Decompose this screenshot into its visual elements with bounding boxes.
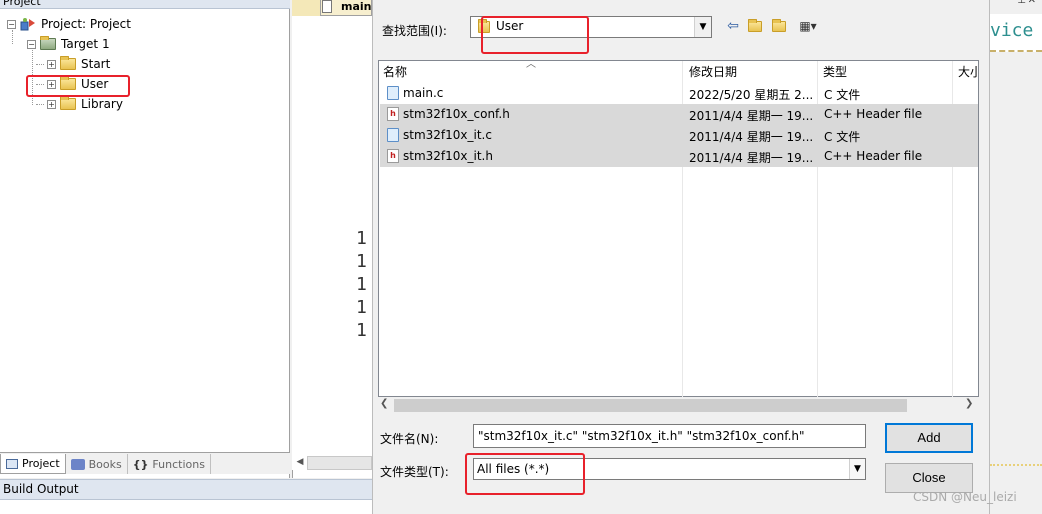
books-icon (70, 458, 85, 470)
file-name: stm32f10x_it.h (403, 149, 493, 163)
look-in-label: 查找范围(I): (382, 24, 447, 38)
tab-project[interactable]: Project (0, 454, 66, 474)
file-row[interactable]: main.c 2022/5/20 星期五 2... C 文件 (380, 83, 978, 104)
file-date: 2011/4/4 星期一 19... (689, 151, 814, 165)
tab-label: Books (88, 457, 122, 471)
tree-item-start[interactable]: + Start (47, 54, 110, 74)
document-icon (322, 0, 332, 13)
target-folder-icon (40, 36, 56, 50)
watermark: CSDN @Neu_leizi (913, 490, 1017, 504)
tree-item-target[interactable]: − Target 1 (27, 34, 110, 54)
tree-item-label: Library (81, 97, 123, 111)
expand-icon[interactable]: + (47, 59, 56, 69)
folder-icon (60, 76, 76, 90)
file-name: main.c (403, 86, 444, 100)
expand-icon[interactable]: + (47, 79, 56, 89)
tree-item-label: Start (81, 57, 111, 71)
line-number: 1 (356, 320, 367, 341)
new-folder-icon[interactable] (769, 16, 789, 36)
scrollbar-thumb[interactable] (394, 399, 907, 412)
tree-connector (32, 50, 33, 105)
chevron-down-icon[interactable]: ▼ (849, 459, 865, 479)
tree-connector (36, 104, 44, 105)
up-folder-icon[interactable] (746, 16, 764, 36)
file-date: 2011/4/4 星期一 19... (689, 130, 814, 144)
file-row[interactable]: h stm32f10x_conf.h 2011/4/4 星期一 19... C+… (380, 104, 978, 125)
line-number: 1 (356, 297, 367, 318)
column-header-type[interactable]: 类型 (823, 63, 847, 80)
panel-pin-icon[interactable]: ⊥ (1017, 0, 1026, 6)
scroll-right-icon[interactable]: ❯ (965, 398, 973, 409)
tree-connector (36, 84, 44, 85)
collapse-icon[interactable]: − (7, 19, 16, 29)
h-file-icon: h (387, 149, 399, 163)
build-output-area (0, 500, 372, 514)
view-menu-icon[interactable]: ▦▾ (793, 16, 823, 36)
file-type: C 文件 (824, 130, 861, 144)
folder-icon (60, 96, 76, 110)
folder-icon (60, 56, 76, 70)
build-output-title: Build Output (0, 479, 372, 500)
tree-item-label: Target 1 (61, 37, 110, 51)
braces-icon: {} (132, 457, 149, 471)
line-number: 1 (356, 228, 367, 249)
filename-label: 文件名(N): (380, 432, 439, 446)
tree-item-label: User (81, 77, 109, 91)
line-number: 1 (356, 251, 367, 272)
folder-icon (478, 19, 490, 33)
filetype-value: All files (*.*) (477, 462, 550, 476)
chevron-down-icon[interactable]: ▼ (694, 17, 711, 37)
tab-functions[interactable]: {} Functions (128, 454, 211, 474)
expand-icon[interactable]: + (47, 99, 56, 109)
file-type: C 文件 (824, 88, 861, 102)
file-type: C++ Header file (824, 149, 923, 163)
file-row[interactable]: stm32f10x_it.c 2011/4/4 星期一 19... C 文件 (380, 125, 978, 146)
h-file-icon: h (387, 107, 399, 121)
project-panel (0, 0, 290, 478)
c-file-icon (387, 128, 399, 142)
line-number: 1 (356, 274, 367, 295)
tree-item-library[interactable]: + Library (47, 94, 123, 114)
filename-input[interactable]: "stm32f10x_it.c" "stm32f10x_it.h" "stm32… (473, 424, 866, 448)
column-header-date[interactable]: 修改日期 (689, 63, 737, 80)
c-file-icon (387, 86, 399, 100)
close-button[interactable]: Close (885, 463, 973, 493)
column-header-bar (379, 61, 978, 81)
project-panel-title: Project (0, 0, 290, 9)
tree-item-user[interactable]: + User (47, 74, 108, 94)
file-date: 2022/5/20 星期五 2... (689, 88, 814, 102)
tab-label: Project (22, 457, 60, 470)
filetype-label: 文件类型(T): (380, 465, 449, 479)
column-header-size[interactable]: 大小 (958, 63, 978, 80)
collapse-icon[interactable]: − (27, 39, 36, 49)
sort-ascending-icon: ︿ (526, 59, 536, 70)
dashed-separator (990, 50, 1042, 52)
tab-label: Functions (152, 457, 205, 471)
file-date: 2011/4/4 星期一 19... (689, 109, 814, 123)
file-name: stm32f10x_conf.h (403, 107, 510, 121)
tree-connector (36, 64, 44, 65)
tab-books[interactable]: Books (66, 454, 128, 474)
tree-item-project[interactable]: − Project: Project (7, 14, 131, 34)
project-icon (20, 17, 36, 31)
panel-close-icon[interactable]: ✕ (1028, 0, 1036, 6)
scroll-left-icon[interactable]: ❮ (380, 398, 388, 409)
add-button[interactable]: Add (885, 423, 973, 453)
tree-item-label: Project: Project (41, 17, 131, 31)
file-name: stm32f10x_it.c (403, 128, 492, 142)
editor-horizontal-scrollbar[interactable] (307, 456, 372, 470)
project-panel-tabs: Project Books {} Functions (0, 452, 290, 474)
back-arrow-icon[interactable]: ⇦ (724, 16, 742, 36)
code-text: vice (990, 20, 1034, 41)
scroll-left-icon[interactable]: ◀ (293, 452, 307, 472)
look-in-value: User (496, 19, 524, 33)
dotted-separator (990, 464, 1042, 466)
column-header-name[interactable]: 名称 (383, 63, 407, 80)
file-type: C++ Header file (824, 107, 923, 121)
file-row[interactable]: h stm32f10x_it.h 2011/4/4 星期一 19... C++ … (380, 146, 978, 167)
project-tab-icon (6, 458, 18, 469)
